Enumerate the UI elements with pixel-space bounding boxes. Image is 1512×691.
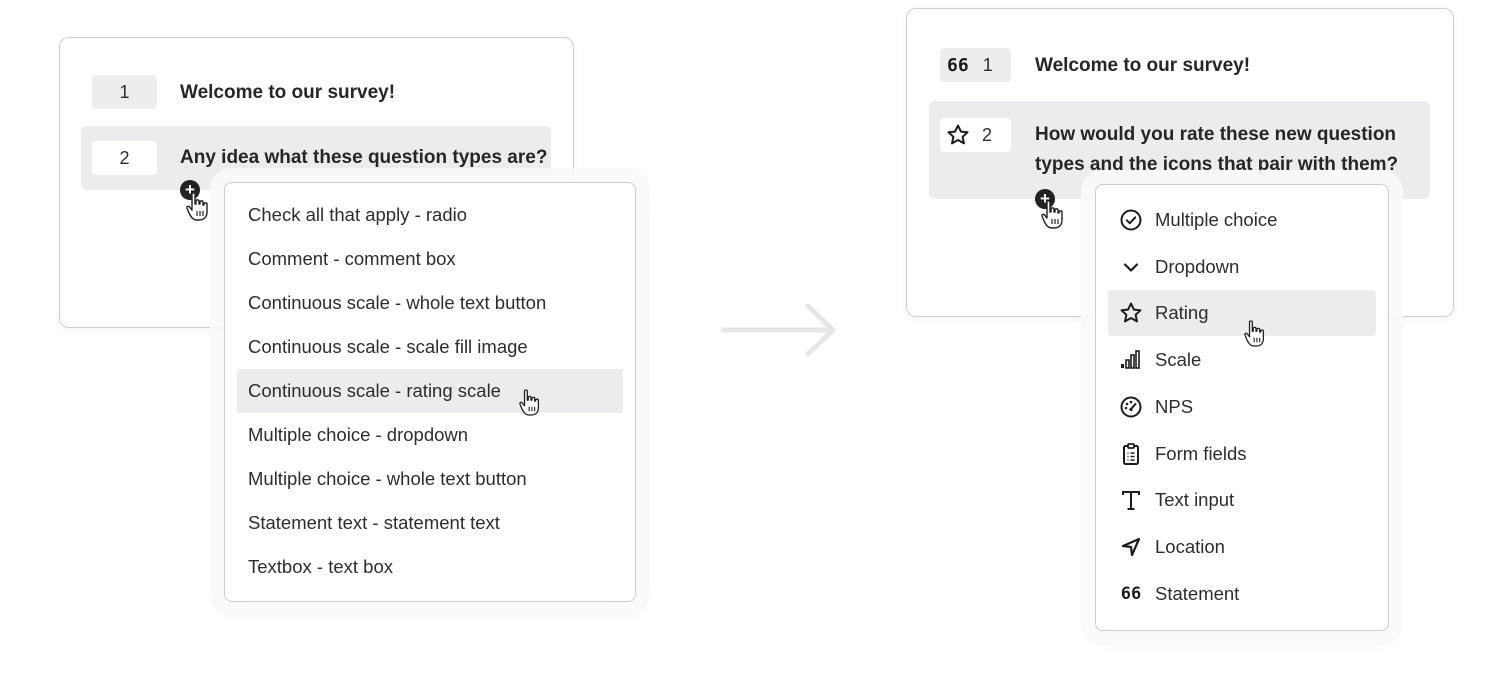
menu-item-multiple-choice[interactable]: Multiple choice — [1108, 197, 1376, 243]
menu-item-text-input[interactable]: Text input — [1108, 477, 1376, 523]
hand-cursor-icon — [519, 389, 540, 416]
menu-item-label: Continuous scale - rating scale — [248, 380, 501, 401]
menu-item-continuous-rating-scale[interactable]: Continuous scale - rating scale — [237, 369, 623, 413]
star-icon — [947, 124, 969, 145]
gauge-icon — [1119, 395, 1143, 419]
menu-item-label: Multiple choice - whole text button — [248, 468, 527, 489]
menu-item-location[interactable]: Location — [1108, 524, 1376, 570]
question-number: 1 — [982, 54, 993, 75]
question-text-line: types and the icons that pair with them? — [1035, 154, 1399, 175]
menu-item-label: Text input — [1155, 489, 1235, 510]
hand-cursor-icon — [186, 192, 208, 221]
question-type-menu-new: Multiple choice Dropdown Rating Scale NP… — [1095, 184, 1389, 631]
menu-item-label: Continuous scale - scale fill image — [248, 336, 528, 357]
question-text-2[interactable]: How would you rate these new question ty… — [1035, 120, 1398, 180]
question-number: 1 — [119, 81, 130, 102]
menu-item-scale[interactable]: Scale — [1108, 337, 1376, 383]
check-circle-icon — [1119, 208, 1143, 232]
quote-icon: 66 — [947, 54, 969, 76]
menu-item-mc-dropdown[interactable]: Multiple choice - dropdown — [237, 413, 623, 457]
hand-cursor-icon — [1041, 200, 1063, 229]
menu-item-label: Statement — [1155, 583, 1240, 604]
question-number-1: 66 1 — [940, 48, 1011, 82]
hand-cursor-icon — [1244, 320, 1265, 347]
menu-item-label: Rating — [1155, 302, 1209, 323]
question-text-1[interactable]: Welcome to our survey! — [1035, 51, 1250, 81]
menu-item-label: Multiple choice — [1155, 209, 1278, 230]
question-text-2[interactable]: Any idea what these question types are? — [180, 143, 547, 173]
quote-icon: 66 — [1120, 584, 1142, 604]
bars-icon — [1119, 348, 1143, 372]
menu-item-textbox[interactable]: Textbox - text box — [237, 545, 623, 589]
text-icon — [1119, 488, 1143, 512]
question-number: 2 — [982, 124, 993, 145]
menu-item-nps[interactable]: NPS — [1108, 384, 1376, 430]
question-number-1: 1 — [92, 75, 157, 109]
menu-item-label: Statement text - statement text — [248, 512, 500, 533]
question-number-2: 2 — [940, 118, 1011, 152]
menu-item-label: Check all that apply - radio — [248, 204, 468, 225]
right-arrow-icon — [720, 303, 836, 357]
menu-item-label: Continuous scale - whole text button — [248, 292, 547, 313]
menu-item-statement[interactable]: 66 Statement — [1108, 571, 1376, 617]
menu-item-check-all-radio[interactable]: Check all that apply - radio — [237, 193, 623, 237]
menu-item-continuous-scale-fill[interactable]: Continuous scale - scale fill image — [237, 325, 623, 369]
menu-item-dropdown[interactable]: Dropdown — [1108, 244, 1376, 290]
question-text-line: How would you rate these new question — [1035, 124, 1397, 145]
question-number: 2 — [119, 147, 130, 168]
menu-item-label: Textbox - text box — [248, 556, 393, 577]
question-text-1[interactable]: Welcome to our survey! — [180, 78, 395, 108]
menu-item-label: Dropdown — [1155, 256, 1240, 277]
question-number-2: 2 — [92, 141, 157, 175]
question-type-menu-old: Check all that apply - radio Comment - c… — [224, 182, 636, 602]
menu-item-label: NPS — [1155, 396, 1194, 417]
menu-item-rating[interactable]: Rating — [1108, 290, 1376, 336]
menu-item-label: Comment - comment box — [248, 248, 456, 269]
chevron-down-icon — [1119, 255, 1143, 279]
menu-item-statement-text[interactable]: Statement text - statement text — [237, 501, 623, 545]
location-arrow-icon — [1119, 535, 1143, 559]
menu-item-label: Location — [1155, 536, 1225, 557]
clipboard-icon — [1119, 442, 1143, 466]
menu-item-continuous-whole-text[interactable]: Continuous scale - whole text button — [237, 281, 623, 325]
menu-item-comment-box[interactable]: Comment - comment box — [237, 237, 623, 281]
menu-item-form-fields[interactable]: Form fields — [1108, 431, 1376, 477]
menu-item-label: Multiple choice - dropdown — [248, 424, 469, 445]
menu-item-label: Scale — [1155, 349, 1202, 370]
star-icon — [1119, 301, 1143, 325]
menu-item-label: Form fields — [1155, 443, 1247, 464]
menu-item-mc-whole-text[interactable]: Multiple choice - whole text button — [237, 457, 623, 501]
